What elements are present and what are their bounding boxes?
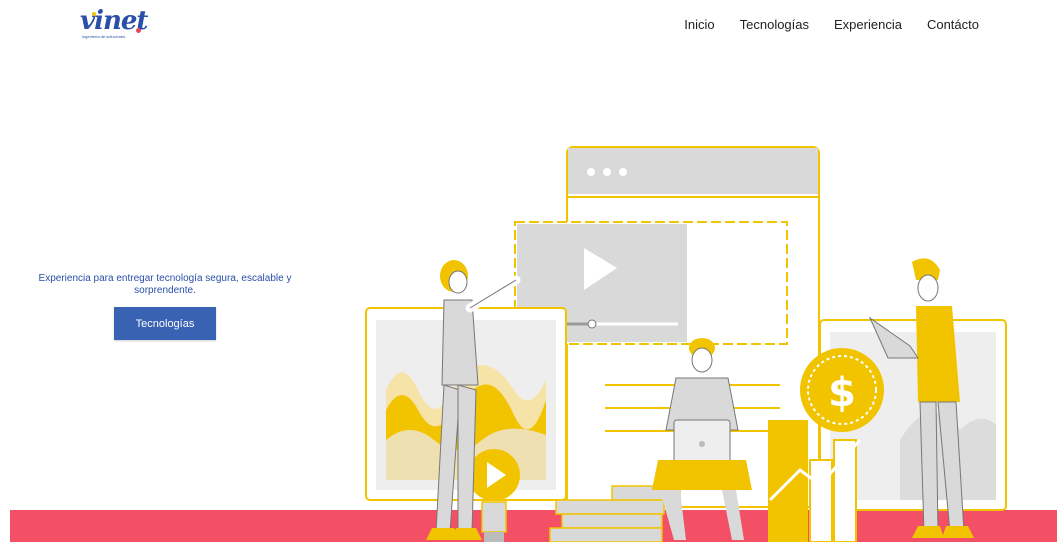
- nav-link-tecnologias[interactable]: Tecnologías: [740, 17, 809, 32]
- main-nav: Inicio Tecnologías Experiencia Contácto: [684, 17, 979, 32]
- tecnologias-button[interactable]: Tecnologías: [114, 307, 216, 340]
- nav-link-contacto[interactable]: Contácto: [927, 17, 979, 32]
- hero-tagline: Experiencia para entregar tecnología seg…: [38, 273, 292, 296]
- hero-illustration: $: [365, 146, 1007, 542]
- dollar-symbol: $: [828, 370, 856, 416]
- logo-period-dot: [136, 28, 141, 33]
- brand-logo[interactable]: vinet ingeniería de soluciones: [80, 6, 150, 40]
- logo-tagline: ingeniería de soluciones: [82, 34, 126, 39]
- logo-accent-dot: [92, 12, 96, 16]
- dollar-coin-icon: $: [800, 348, 884, 432]
- nav-link-experiencia[interactable]: Experiencia: [834, 17, 902, 32]
- nav-link-inicio[interactable]: Inicio: [684, 17, 714, 32]
